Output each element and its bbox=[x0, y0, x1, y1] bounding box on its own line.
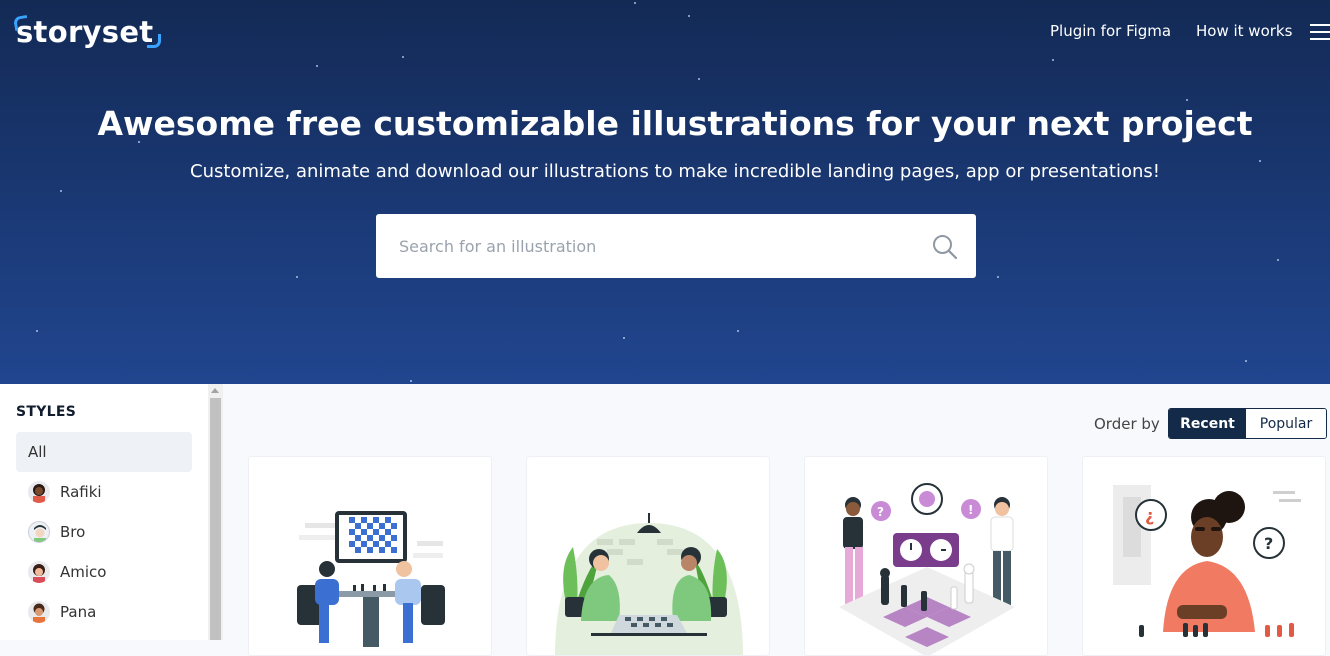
nav-link-how-it-works[interactable]: How it works bbox=[1196, 22, 1292, 40]
star-decoration bbox=[688, 15, 690, 17]
svg-text:?: ? bbox=[877, 505, 884, 519]
amico-avatar-icon bbox=[28, 561, 50, 583]
search-input[interactable] bbox=[376, 216, 916, 276]
hero-subline: Customize, animate and download our illu… bbox=[190, 161, 1160, 182]
chess-players-table-illustration-icon bbox=[297, 511, 445, 647]
order-recent-button[interactable]: Recent bbox=[1169, 409, 1246, 438]
search-icon[interactable] bbox=[932, 234, 958, 260]
styles-sidebar: STYLES All Rafiki Bro Amico Pana bbox=[0, 384, 208, 640]
rafiki-avatar-icon bbox=[28, 481, 50, 503]
sidebar-item-bro[interactable]: Bro bbox=[16, 512, 192, 552]
illustration-card[interactable] bbox=[526, 456, 770, 656]
nav-link-plugin-figma[interactable]: Plugin for Figma bbox=[1050, 22, 1171, 40]
order-toggle: Recent Popular bbox=[1168, 408, 1327, 439]
svg-text:¿: ¿ bbox=[1145, 506, 1154, 525]
star-decoration bbox=[36, 330, 38, 332]
sidebar-item-label: Pana bbox=[60, 603, 97, 621]
sidebar-title: STYLES bbox=[16, 404, 77, 420]
chess-players-plants-illustration-icon bbox=[555, 513, 743, 655]
sidebar-item-label: Bro bbox=[60, 523, 86, 541]
star-decoration bbox=[1186, 99, 1188, 101]
pana-avatar-icon bbox=[28, 601, 50, 623]
star-decoration bbox=[410, 380, 412, 382]
sidebar-scrollbar[interactable] bbox=[208, 384, 223, 640]
star-decoration bbox=[402, 56, 404, 58]
sidebar-item-amico[interactable]: Amico bbox=[16, 552, 192, 592]
star-decoration bbox=[296, 276, 298, 278]
hamburger-menu-icon[interactable] bbox=[1310, 24, 1330, 40]
star-decoration bbox=[60, 190, 62, 192]
scroll-up-arrow-icon[interactable] bbox=[211, 388, 219, 393]
svg-text:?: ? bbox=[1264, 534, 1273, 553]
illustration-card[interactable] bbox=[248, 456, 492, 656]
hero-banner: storyset Plugin for Figma How it works A… bbox=[0, 0, 1330, 384]
sidebar-item-all[interactable]: All bbox=[16, 432, 192, 472]
star-decoration bbox=[634, 2, 636, 4]
sidebar-item-pana[interactable]: Pana bbox=[16, 592, 192, 632]
star-decoration bbox=[623, 337, 625, 339]
illustration-card[interactable]: ¿ ? bbox=[1082, 456, 1326, 656]
logo-arc-left bbox=[12, 14, 30, 32]
girl-thinking-chess-illustration-icon: ¿ ? bbox=[1113, 485, 1301, 637]
illustration-card[interactable]: ? ! bbox=[804, 456, 1048, 656]
star-decoration bbox=[698, 78, 700, 80]
star-decoration bbox=[997, 276, 999, 278]
chess-board-clock-illustration-icon: ? ! bbox=[839, 483, 1015, 655]
svg-text:!: ! bbox=[968, 503, 973, 517]
order-by-label: Order by bbox=[1094, 415, 1160, 433]
star-decoration bbox=[316, 65, 318, 67]
bro-avatar-icon bbox=[28, 521, 50, 543]
sidebar-item-rafiki[interactable]: Rafiki bbox=[16, 472, 192, 512]
sidebar-item-label: Amico bbox=[60, 563, 107, 581]
sidebar-item-label: All bbox=[28, 443, 47, 461]
star-decoration bbox=[737, 330, 739, 332]
star-decoration bbox=[1277, 259, 1279, 261]
logo-text: storyset bbox=[16, 15, 154, 49]
logo-arc-right bbox=[147, 34, 162, 48]
order-popular-button[interactable]: Popular bbox=[1246, 409, 1326, 438]
search-box bbox=[376, 214, 976, 278]
hero-headline: Awesome free customizable illustrations … bbox=[97, 104, 1253, 143]
star-decoration bbox=[1245, 360, 1247, 362]
sidebar-item-label: Rafiki bbox=[60, 483, 102, 501]
star-decoration bbox=[1052, 59, 1054, 61]
storyset-logo[interactable]: storyset bbox=[12, 12, 162, 52]
scroll-thumb[interactable] bbox=[210, 398, 221, 640]
